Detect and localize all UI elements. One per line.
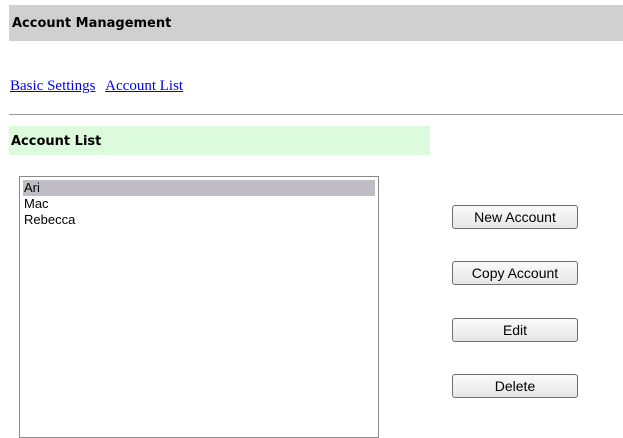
- delete-button[interactable]: Delete: [452, 374, 578, 398]
- edit-button[interactable]: Edit: [452, 318, 578, 342]
- page-title: Account Management: [12, 16, 172, 31]
- list-item-ari[interactable]: Ari: [23, 180, 375, 196]
- account-listbox[interactable]: Ari Mac Rebecca: [19, 176, 379, 438]
- divider: [9, 114, 623, 115]
- basic-settings-link[interactable]: Basic Settings: [10, 78, 95, 94]
- section-title: Account List: [11, 134, 102, 149]
- nav-links: Basic Settings Account List: [10, 78, 183, 95]
- section-header: Account List: [9, 126, 430, 155]
- copy-account-button[interactable]: Copy Account: [452, 261, 578, 285]
- list-item-rebecca[interactable]: Rebecca: [23, 212, 375, 228]
- list-item-mac[interactable]: Mac: [23, 196, 375, 212]
- page-header: Account Management: [9, 5, 623, 41]
- account-list-link[interactable]: Account List: [105, 78, 183, 94]
- new-account-button[interactable]: New Account: [452, 205, 578, 229]
